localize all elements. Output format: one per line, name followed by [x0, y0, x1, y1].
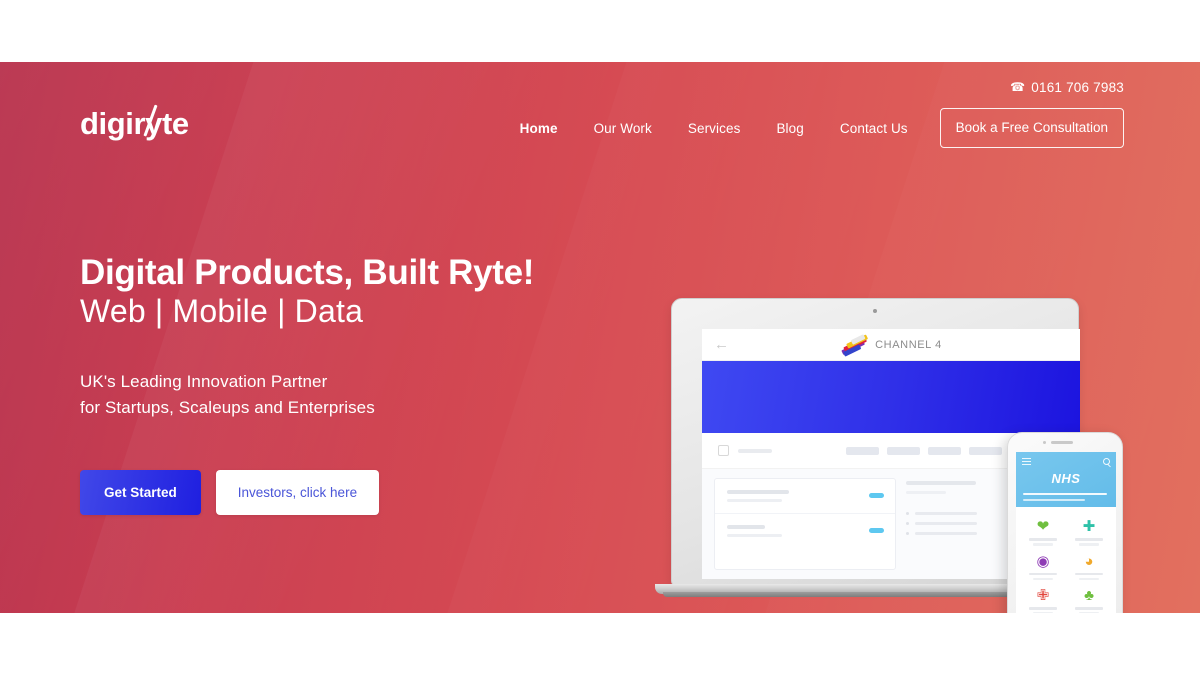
nhs-tile-heart[interactable]: ❤	[1020, 515, 1066, 546]
mock-card-row[interactable]	[715, 514, 895, 548]
nhs-icon-grid: ❤ ✚ ◉ ◕ ✙ ♣	[1016, 507, 1116, 613]
mock-card-title	[727, 525, 765, 529]
mock-checkbox[interactable]	[718, 445, 729, 456]
eye-icon: ◉	[1036, 552, 1050, 570]
phone-camera-icon	[1043, 441, 1046, 444]
nav-item-blog[interactable]: Blog	[758, 121, 821, 136]
search-icon[interactable]	[1103, 458, 1110, 465]
hero-headline: Digital Products, Built Ryte!	[80, 253, 535, 292]
mock-brand: CHANNEL 4	[840, 333, 942, 357]
mock-detail-title	[906, 481, 976, 485]
channel4-logo-icon	[840, 333, 870, 357]
phone-mockup: NHS ❤ ✚ ◉ ◕ ✙ ♣	[1007, 432, 1123, 613]
main-navigation: Home Our Work Services Blog Contact Us B…	[502, 108, 1124, 148]
nav-item-contact-us[interactable]: Contact Us	[822, 121, 926, 136]
hero-section: ☎ 0161 706 7983 digiryte Home Our Work S…	[0, 62, 1200, 613]
page-root: ☎ 0161 706 7983 digiryte Home Our Work S…	[0, 0, 1200, 678]
hero-subheadline: Web | Mobile | Data	[80, 293, 364, 329]
nhs-tile-tooth[interactable]: ♣	[1066, 584, 1112, 613]
phone-number: 0161 706 7983	[1031, 80, 1124, 95]
hero-tagline: UK's Leading Innovation Partner for Star…	[80, 369, 375, 422]
nhs-header-bar-1	[1023, 493, 1107, 495]
nhs-tile-first-aid[interactable]: ✙	[1020, 584, 1066, 613]
mock-card-row[interactable]	[715, 479, 895, 514]
mock-filter-pill[interactable]	[928, 446, 961, 455]
laptop-camera-icon	[873, 309, 877, 313]
mock-detail-subtitle	[906, 491, 946, 494]
back-arrow-icon[interactable]: ←	[714, 337, 729, 352]
nhs-app-title: NHS	[1051, 471, 1081, 486]
mock-hero-banner	[702, 361, 1080, 433]
investors-button[interactable]: Investors, click here	[215, 470, 380, 515]
mock-card-subtitle	[727, 499, 782, 502]
mock-card-badge	[869, 528, 884, 533]
nhs-tile-eye[interactable]: ◉	[1020, 550, 1066, 580]
nhs-app-header: NHS	[1016, 452, 1116, 507]
header-phone[interactable]: ☎ 0161 706 7983	[1010, 80, 1124, 95]
mock-filter-pill[interactable]	[846, 446, 879, 455]
mock-filter-pills	[846, 446, 1002, 455]
mock-checkbox-label	[738, 448, 772, 453]
mock-card-subtitle	[727, 534, 782, 537]
first-aid-kit-icon: ✙	[1036, 587, 1050, 604]
hero-tagline-line-2: for Startups, Scaleups and Enterprises	[80, 398, 375, 418]
book-consultation-button[interactable]: Book a Free Consultation	[939, 108, 1124, 148]
phone-icon: ☎	[1010, 79, 1026, 94]
nhs-header-bar-2	[1023, 499, 1085, 501]
heart-icon: ❤	[1036, 518, 1050, 535]
mock-filter-pill[interactable]	[969, 446, 1002, 455]
tooth-icon: ♣	[1084, 587, 1094, 604]
mock-brand-text: CHANNEL 4	[875, 338, 942, 351]
phone-speaker	[1051, 441, 1073, 444]
medical-cross-icon: ✚	[1082, 518, 1096, 535]
logo-text: digiryte	[80, 106, 189, 141]
nav-item-services[interactable]: Services	[670, 121, 759, 136]
nhs-tile-pills[interactable]: ◕	[1066, 550, 1112, 580]
nhs-tile-cross[interactable]: ✚	[1066, 515, 1112, 546]
hamburger-menu-icon[interactable]	[1022, 458, 1031, 465]
mock-card-list	[714, 478, 896, 570]
nav-item-our-work[interactable]: Our Work	[576, 121, 670, 136]
mock-card-badge	[869, 493, 884, 498]
site-logo[interactable]: digiryte	[80, 104, 189, 141]
hero-tagline-line-1: UK's Leading Innovation Partner	[80, 372, 328, 391]
mock-site-topbar: ← CHANNEL 4	[702, 329, 1080, 361]
hero-cta-group: Get Started Investors, click here	[80, 470, 380, 515]
get-started-button[interactable]: Get Started	[80, 470, 201, 515]
phone-screen: NHS ❤ ✚ ◉ ◕ ✙ ♣	[1016, 452, 1116, 613]
pills-icon: ◕	[1084, 552, 1094, 570]
nav-item-home[interactable]: Home	[502, 121, 576, 136]
mock-filter-pill[interactable]	[887, 446, 920, 455]
mock-card-title	[727, 490, 789, 494]
